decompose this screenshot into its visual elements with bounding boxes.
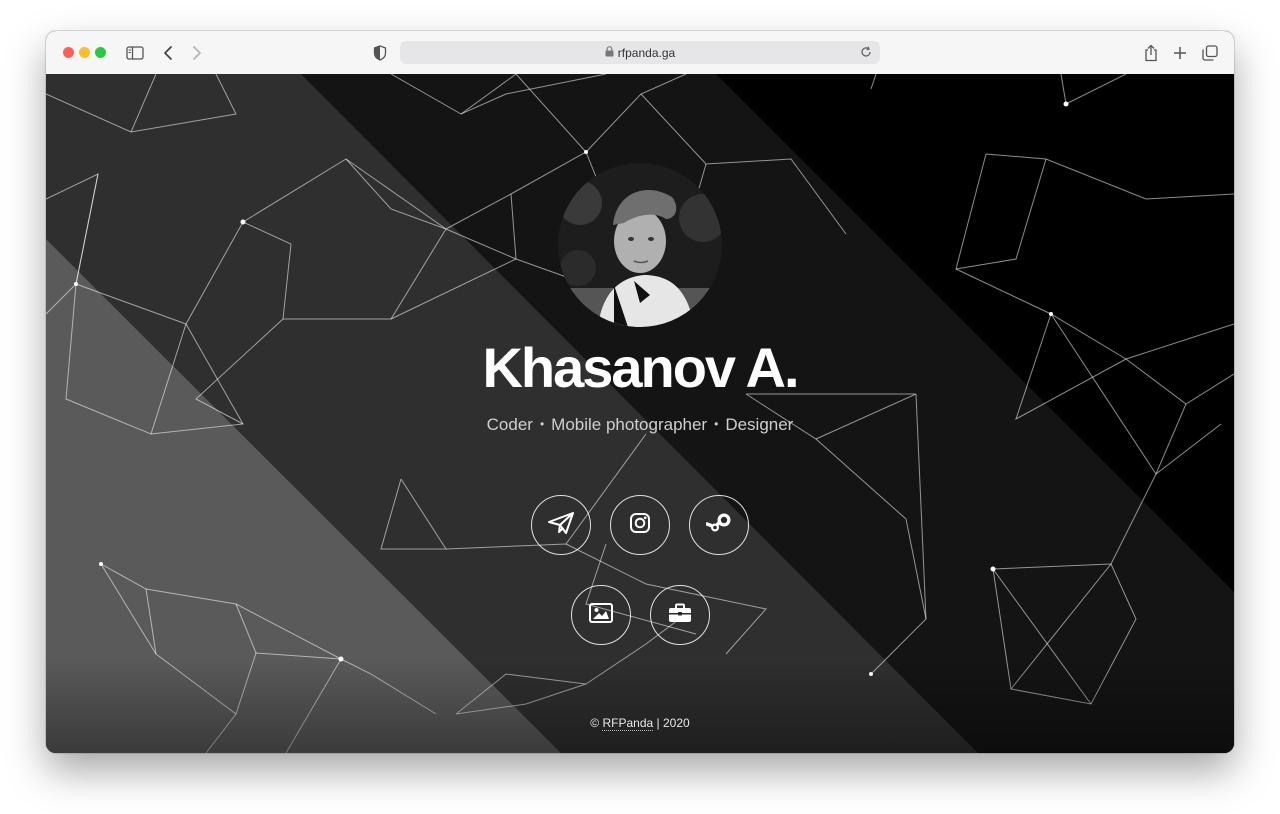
role-mobile-photographer: Mobile photographer: [551, 415, 708, 434]
author-link[interactable]: RFPanda: [602, 716, 654, 731]
footer-separator: |: [656, 716, 660, 730]
forward-icon[interactable]: [185, 41, 209, 65]
footer: © RFPanda | 2020: [46, 716, 1234, 731]
reload-icon[interactable]: [858, 44, 874, 60]
photos-button[interactable]: [571, 585, 631, 645]
tab-overview-icon[interactable]: [1198, 41, 1222, 65]
avatar: [558, 163, 722, 327]
lock-icon: [605, 44, 614, 62]
steam-button[interactable]: [689, 495, 749, 555]
avatar-photo: [558, 163, 722, 327]
role-designer: Designer: [725, 415, 794, 434]
new-tab-icon[interactable]: [1168, 41, 1192, 65]
profile-name: Khasanov A.: [482, 336, 799, 399]
minimize-window-button[interactable]: [79, 47, 90, 58]
profile-roles: Coder • Mobile photographer • Designer: [46, 412, 1234, 437]
steam-icon: [705, 512, 732, 539]
back-icon[interactable]: [156, 41, 180, 65]
role-separator: •: [539, 417, 545, 431]
browser-toolbar: rfpanda.ga: [46, 31, 1234, 75]
close-window-button[interactable]: [63, 47, 74, 58]
image-icon: [589, 602, 613, 628]
telegram-button[interactable]: [531, 495, 591, 555]
role-separator: •: [714, 417, 719, 431]
shield-icon[interactable]: [368, 41, 392, 65]
footer-year: 2020: [663, 716, 690, 730]
instagram-button[interactable]: [610, 495, 670, 555]
address-bar[interactable]: rfpanda.ga: [400, 41, 880, 64]
instagram-icon: [629, 512, 651, 539]
copyright-symbol: ©: [590, 716, 600, 730]
portfolio-button[interactable]: [650, 585, 710, 645]
paper-plane-icon: [547, 511, 575, 540]
page-content: Khasanov A. Coder • Mobile photographer • De…: [46, 74, 1234, 753]
browser-window: rfpanda.ga Khasanov A. Coder • Mobile ph…: [46, 31, 1234, 753]
share-icon[interactable]: [1139, 41, 1163, 65]
briefcase-icon: [668, 603, 692, 628]
zoom-window-button[interactable]: [95, 47, 106, 58]
role-coder: Coder: [486, 415, 533, 434]
address-url: rfpanda.ga: [617, 45, 676, 60]
sidebar-icon[interactable]: [123, 41, 147, 65]
